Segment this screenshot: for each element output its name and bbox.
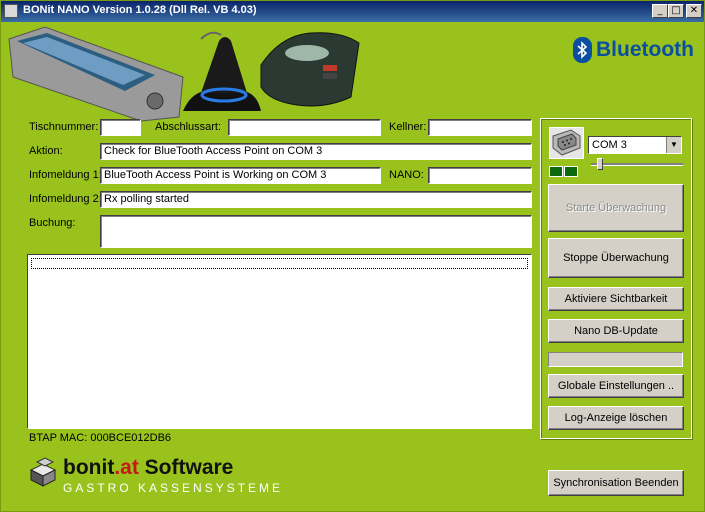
abschlussart-label: Abschlussart: (155, 121, 222, 133)
nano-db-update-button[interactable]: Nano DB-Update (548, 319, 684, 343)
slider-thumb[interactable] (597, 158, 603, 170)
serial-port-icon (549, 127, 584, 159)
aktion-field[interactable]: Check for BlueTooth Access Point on COM … (100, 143, 532, 160)
bluetooth-brand: Bluetooth (573, 37, 694, 63)
end-sync-button[interactable]: Synchronisation Beenden (548, 470, 684, 496)
nano-field[interactable] (428, 167, 532, 184)
abschlussart-field[interactable] (228, 119, 381, 136)
app-icon[interactable] (4, 4, 18, 18)
kellner-label: Kellner: (389, 121, 427, 133)
mobile-printer-icon (260, 32, 360, 107)
window-title: BONit NANO Version 1.0.28 (Dll Rel. VB 4… (23, 4, 257, 16)
infomeldung1-label: Infomeldung 1: (29, 169, 102, 181)
tischnummer-label: Tischnummer: (29, 121, 99, 133)
device-banner (8, 26, 360, 122)
aktion-label: Aktion: (29, 145, 63, 157)
status-led-2 (564, 166, 578, 177)
clear-log-button[interactable]: Log-Anzeige löschen (548, 406, 684, 430)
status-led-1 (549, 166, 563, 177)
start-monitoring-button[interactable]: Starte Überwachung (548, 184, 684, 232)
maximize-button[interactable]: □ (668, 4, 684, 18)
kellner-field[interactable] (428, 119, 532, 136)
log-focus-row[interactable] (31, 258, 528, 269)
access-point-icon (183, 31, 261, 111)
title-bar[interactable]: BONit NANO Version 1.0.28 (Dll Rel. VB 4… (1, 1, 704, 22)
infomeldung2-field[interactable]: Rx polling started (100, 191, 532, 208)
infomeldung2-label: Infomeldung 2: (29, 193, 102, 205)
logo-name-at: .at (114, 456, 139, 479)
btap-mac-status: BTAP MAC: 000BCE012DB6 (29, 432, 172, 444)
com-port-value: COM 3 (592, 139, 627, 151)
buchung-field[interactable] (100, 215, 532, 248)
slider-track (591, 163, 683, 166)
com-port-select[interactable]: COM 3 ▼ (588, 136, 682, 154)
stop-monitoring-button[interactable]: Stoppe Überwachung (548, 238, 684, 278)
logo-name: bonit.at Software (63, 456, 233, 480)
update-progress-bar (548, 352, 683, 367)
global-settings-button[interactable]: Globale Einstellungen .. (548, 374, 684, 398)
logo-name-bonit: bonit (63, 456, 115, 479)
logo-tagline: GASTRO KASSENSYSTEME (63, 481, 284, 495)
close-button[interactable]: ✕ (686, 4, 702, 18)
nano-label: NANO: (389, 169, 424, 181)
bluetooth-icon (573, 37, 592, 63)
main-window: BONit NANO Version 1.0.28 (Dll Rel. VB 4… (0, 0, 705, 512)
tischnummer-field[interactable] (100, 119, 141, 136)
logo-cubes-icon (29, 457, 57, 487)
bluetooth-label: Bluetooth (596, 38, 694, 61)
chevron-down-icon[interactable]: ▼ (666, 137, 681, 153)
log-list[interactable] (27, 254, 532, 429)
polling-slider[interactable] (591, 157, 683, 171)
minimize-button[interactable]: _ (652, 4, 668, 18)
logo-name-software: Software (138, 456, 234, 479)
buchung-label: Buchung: (29, 217, 76, 229)
activate-visibility-button[interactable]: Aktiviere Sichtbarkeit (548, 287, 684, 311)
pda-device-icon (8, 26, 184, 122)
infomeldung1-field[interactable]: BlueTooth Access Point is Working on COM… (100, 167, 381, 184)
